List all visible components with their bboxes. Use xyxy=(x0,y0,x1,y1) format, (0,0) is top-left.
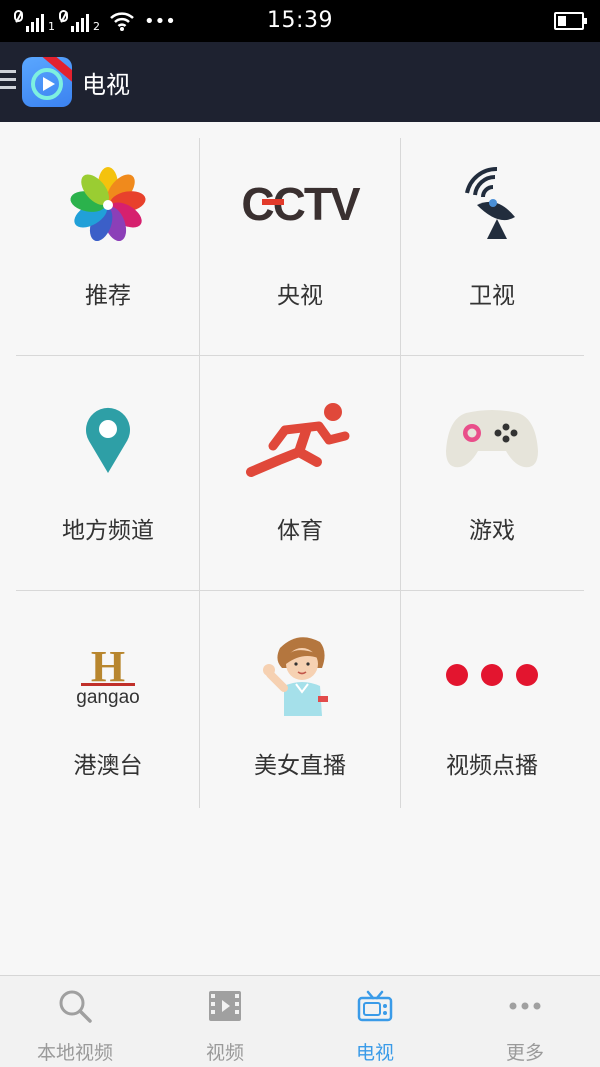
location-pin-icon xyxy=(16,395,200,485)
girl-waving-icon xyxy=(200,630,400,720)
category-local[interactable]: 地方频道 xyxy=(16,373,200,590)
status-time: 15:39 xyxy=(267,8,333,33)
battery-icon xyxy=(554,12,587,30)
app-logo xyxy=(22,57,72,107)
category-satellite[interactable]: 卫视 xyxy=(400,138,584,355)
search-icon xyxy=(0,988,150,1024)
status-bar: 1 2 ••• 15:39 xyxy=(0,0,600,42)
grid-divider xyxy=(16,355,584,356)
nav-label: 电视 xyxy=(355,1042,394,1064)
nav-tv[interactable]: 电视 xyxy=(300,976,450,1067)
three-dots-icon xyxy=(400,630,584,720)
category-label: 央视 xyxy=(277,283,323,309)
cctv-logo-icon: CCTV xyxy=(200,160,400,250)
category-label: 推荐 xyxy=(85,283,131,309)
runner-icon xyxy=(200,395,400,485)
category-label: 地方频道 xyxy=(62,518,154,544)
category-label: 港澳台 xyxy=(73,753,143,779)
category-label: 美女直播 xyxy=(254,753,346,779)
more-dots-icon xyxy=(450,988,600,1024)
page-title: 电视 xyxy=(82,71,130,99)
nav-label: 视频 xyxy=(205,1042,244,1064)
gamepad-icon xyxy=(400,395,584,485)
gangao-logo-icon: H gangao xyxy=(16,630,200,720)
category-label: 游戏 xyxy=(469,518,515,544)
category-label: 体育 xyxy=(277,518,323,544)
category-hkmt[interactable]: H gangao 港澳台 xyxy=(16,608,200,825)
flower-petals-icon xyxy=(16,160,200,250)
category-label: 视频点播 xyxy=(446,753,538,779)
nav-videos[interactable]: 视频 xyxy=(150,976,300,1067)
menu-icon[interactable] xyxy=(0,70,18,94)
category-grid: 推荐 CCTV 央视 卫视 地方频道 体育 游戏 H gangao 港澳台 美女… xyxy=(16,138,584,808)
category-live-girls[interactable]: 美女直播 xyxy=(200,608,400,825)
category-label: 卫视 xyxy=(469,283,515,309)
nav-more[interactable]: 更多 xyxy=(450,976,600,1067)
satellite-dish-icon xyxy=(400,160,584,250)
category-recommend[interactable]: 推荐 xyxy=(16,138,200,355)
bottom-nav: 本地视频 视频 电视 更多 xyxy=(0,975,600,1067)
category-sports[interactable]: 体育 xyxy=(200,373,400,590)
nav-label: 本地视频 xyxy=(36,1042,113,1064)
cctv-logo-text: CCTV xyxy=(241,180,361,230)
category-vod[interactable]: 视频点播 xyxy=(400,608,584,825)
nav-label: 更多 xyxy=(505,1042,544,1064)
film-icon xyxy=(150,988,300,1024)
nav-local-videos[interactable]: 本地视频 xyxy=(0,976,150,1067)
grid-divider xyxy=(16,590,584,591)
category-cctv[interactable]: CCTV 央视 xyxy=(200,138,400,355)
tv-icon xyxy=(300,988,450,1024)
gangao-logo-text: gangao xyxy=(76,687,139,708)
category-games[interactable]: 游戏 xyxy=(400,373,584,590)
app-header: 电视 xyxy=(0,42,600,122)
